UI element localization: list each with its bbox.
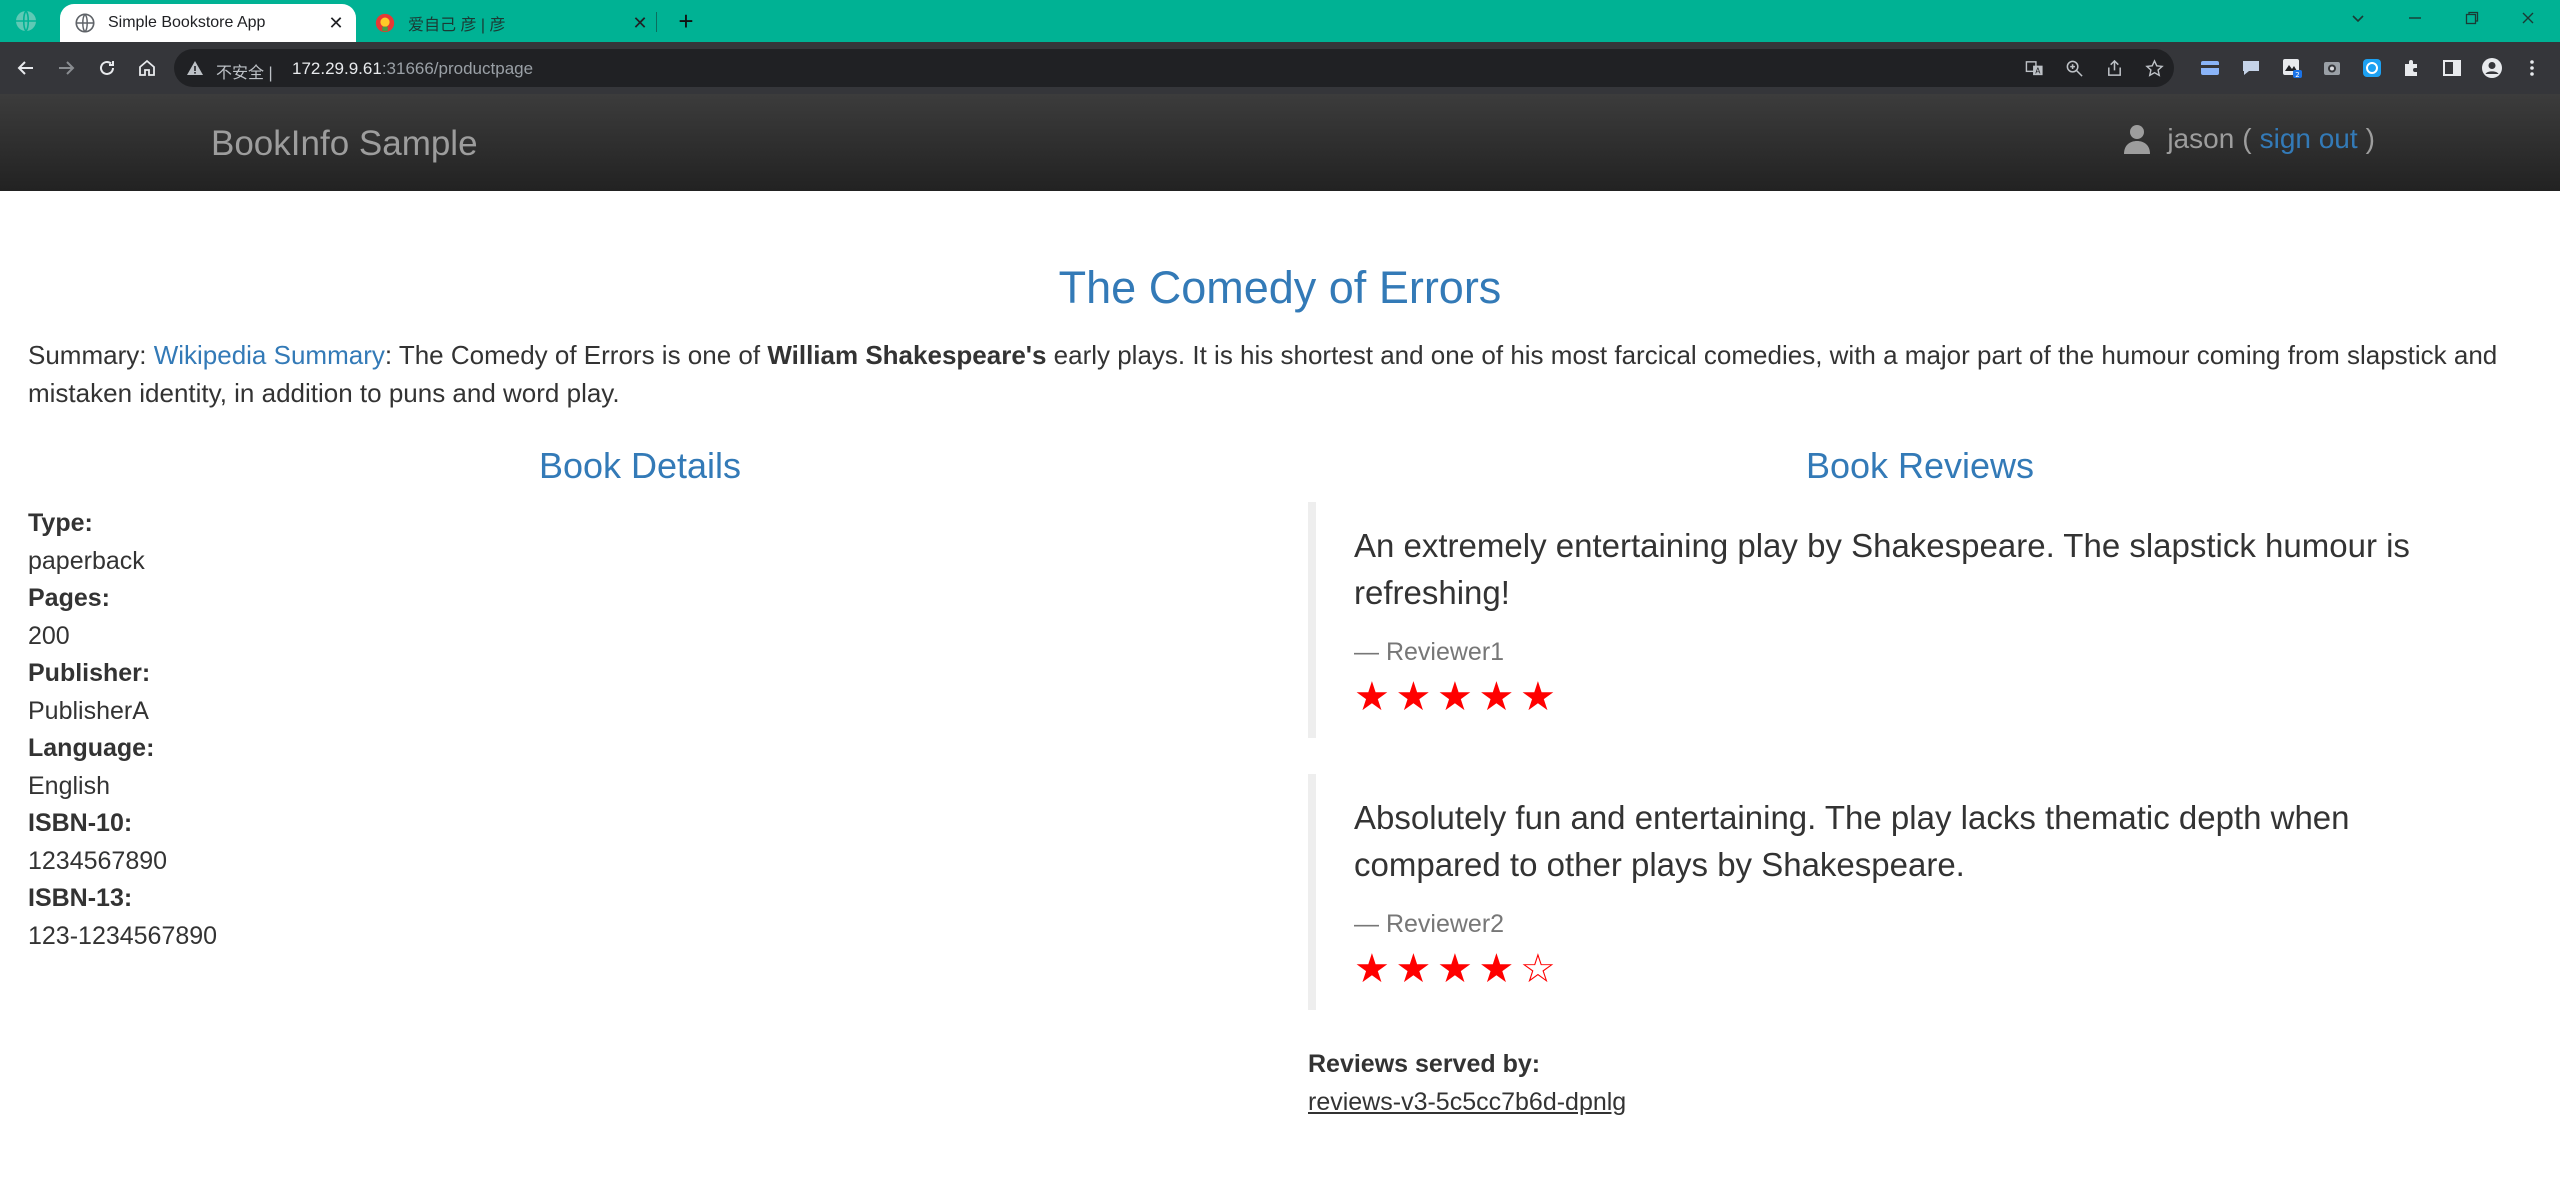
home-icon[interactable] bbox=[133, 54, 161, 82]
language-value: English bbox=[28, 771, 110, 800]
url-host: 172.29.9.61 bbox=[292, 59, 382, 78]
isbn13-label: ISBN-13: bbox=[28, 884, 133, 912]
extension-badge-icon[interactable]: 2 bbox=[2278, 54, 2306, 82]
star-filled-icon: ★ bbox=[1478, 675, 1515, 719]
username: jason bbox=[2167, 123, 2235, 154]
paren-open: ( bbox=[2242, 123, 2252, 154]
address-bar-actions: A bbox=[2014, 49, 2174, 87]
review-author: — Reviewer2 bbox=[1354, 910, 1505, 938]
review-author: — Reviewer1 bbox=[1354, 638, 1505, 666]
share-icon[interactable] bbox=[2094, 49, 2134, 87]
user-area: jason ( sign out ) bbox=[2123, 123, 2375, 155]
browser-menu-icon[interactable] bbox=[2518, 54, 2546, 82]
star-rating: ★ ★ ★ ★ ☆ bbox=[1354, 947, 2508, 991]
svg-text:2: 2 bbox=[2295, 71, 2299, 79]
paren-close: ) bbox=[2365, 123, 2375, 154]
isbn10-value: 1234567890 bbox=[28, 846, 168, 875]
zoom-icon[interactable] bbox=[2054, 49, 2094, 87]
extension-camera-icon[interactable] bbox=[2318, 54, 2346, 82]
pages-label: Pages: bbox=[28, 584, 110, 612]
side-panel-icon[interactable] bbox=[2438, 54, 2466, 82]
summary-text-1: : The Comedy of Errors is one of bbox=[384, 340, 768, 370]
book-details: Type: paperback Pages: 200 Publisher: Pu… bbox=[28, 505, 217, 955]
tab-title: 爱自己 彦 | 彦 bbox=[408, 17, 506, 34]
review-block: An extremely entertaining play by Shakes… bbox=[1308, 502, 2508, 738]
served-by-label: Reviews served by: bbox=[1308, 1050, 1541, 1078]
url-text[interactable]: 172.29.9.61:31666/productpage bbox=[292, 59, 533, 79]
tab-simple-bookstore[interactable]: Simple Bookstore App ✕ bbox=[60, 4, 356, 42]
pages-value: 200 bbox=[28, 621, 70, 650]
site-favicon-icon bbox=[375, 13, 395, 33]
book-title: The Comedy of Errors bbox=[1058, 262, 1502, 313]
star-filled-icon: ★ bbox=[1437, 675, 1473, 719]
book-reviews-heading: Book Reviews bbox=[1805, 445, 2035, 486]
app-navbar: BookInfo Sample jason ( sign out ) bbox=[0, 94, 2560, 191]
served-by-pod: reviews-v3-5c5cc7b6d-dpnlg bbox=[1308, 1088, 1627, 1116]
bookmark-star-icon[interactable] bbox=[2134, 49, 2174, 87]
browser-toolbar: 不安全 | 172.29.9.61:31666/productpage A 2 bbox=[0, 42, 2560, 94]
book-summary: Summary: Wikipedia Summary: The Comedy o… bbox=[28, 336, 2528, 412]
star-filled-icon: ★ bbox=[1395, 947, 1432, 991]
book-details-heading: Book Details bbox=[538, 445, 742, 486]
tab-search-icon[interactable] bbox=[2330, 0, 2386, 36]
reviews-served-by: Reviews served by: reviews-v3-5c5cc7b6d-… bbox=[1308, 1045, 1626, 1121]
star-filled-icon: ★ bbox=[1354, 675, 1390, 719]
tab-separator bbox=[656, 12, 657, 32]
summary-author: William Shakespeare's bbox=[767, 340, 1047, 370]
tab-second[interactable]: 爱自己 彦 | 彦 ✕ bbox=[360, 4, 660, 42]
publisher-label: Publisher: bbox=[28, 659, 151, 687]
star-filled-icon: ★ bbox=[1478, 947, 1515, 991]
type-value: paperback bbox=[28, 546, 145, 575]
extension-card-icon[interactable] bbox=[2196, 54, 2224, 82]
tab-close-icon[interactable]: ✕ bbox=[322, 13, 350, 34]
browser-tab-strip: Simple Bookstore App ✕ 爱自己 彦 | 彦 ✕ + bbox=[0, 0, 2560, 42]
star-filled-icon: ★ bbox=[1395, 675, 1432, 719]
review-block: Absolutely fun and entertaining. The pla… bbox=[1308, 774, 2508, 1010]
sign-out-link[interactable]: sign out bbox=[2252, 123, 2366, 155]
close-window-icon[interactable] bbox=[2500, 0, 2556, 36]
url-path: :31666/productpage bbox=[381, 59, 534, 78]
wikipedia-summary-link[interactable]: Wikipedia Summary bbox=[154, 340, 385, 370]
extensions-puzzle-icon[interactable] bbox=[2398, 54, 2426, 82]
minimize-icon[interactable] bbox=[2387, 0, 2443, 36]
app-brand[interactable]: BookInfo Sample bbox=[211, 124, 478, 164]
star-filled-icon: ★ bbox=[1354, 947, 1390, 991]
svg-text:A: A bbox=[2035, 66, 2041, 75]
security-label[interactable]: 不安全 | bbox=[216, 59, 273, 83]
star-empty-icon: ☆ bbox=[1520, 947, 1556, 991]
globe-icon[interactable] bbox=[14, 9, 38, 33]
extension-chat-icon[interactable] bbox=[2237, 54, 2265, 82]
back-icon[interactable] bbox=[12, 54, 40, 82]
summary-prefix: Summary: bbox=[28, 340, 154, 370]
translate-icon[interactable]: A bbox=[2014, 49, 2054, 87]
extension-blue-icon[interactable] bbox=[2358, 54, 2386, 82]
star-rating: ★ ★ ★ ★ ★ bbox=[1354, 675, 2508, 719]
star-filled-icon: ★ bbox=[1437, 947, 1473, 991]
publisher-value: PublisherA bbox=[28, 696, 149, 725]
tab-title: Simple Bookstore App bbox=[108, 14, 266, 31]
restore-icon[interactable] bbox=[2444, 0, 2500, 36]
review-text: Absolutely fun and entertaining. The pla… bbox=[1354, 799, 2350, 883]
star-filled-icon: ★ bbox=[1520, 675, 1556, 719]
warning-icon[interactable] bbox=[186, 59, 204, 77]
profile-icon[interactable] bbox=[2478, 54, 2506, 82]
reload-icon[interactable] bbox=[93, 54, 121, 82]
type-label: Type: bbox=[28, 509, 93, 537]
new-tab-button[interactable]: + bbox=[672, 6, 700, 36]
address-bar[interactable]: 不安全 | 172.29.9.61:31666/productpage A bbox=[174, 49, 2174, 87]
language-label: Language: bbox=[28, 734, 155, 762]
isbn13-value: 123-1234567890 bbox=[28, 921, 218, 950]
tab-close-icon[interactable]: ✕ bbox=[626, 13, 654, 34]
isbn10-label: ISBN-10: bbox=[28, 809, 133, 837]
forward-icon[interactable] bbox=[52, 54, 80, 82]
review-text: An extremely entertaining play by Shakes… bbox=[1354, 527, 2410, 611]
globe-icon bbox=[75, 13, 95, 33]
user-icon bbox=[2124, 125, 2151, 154]
